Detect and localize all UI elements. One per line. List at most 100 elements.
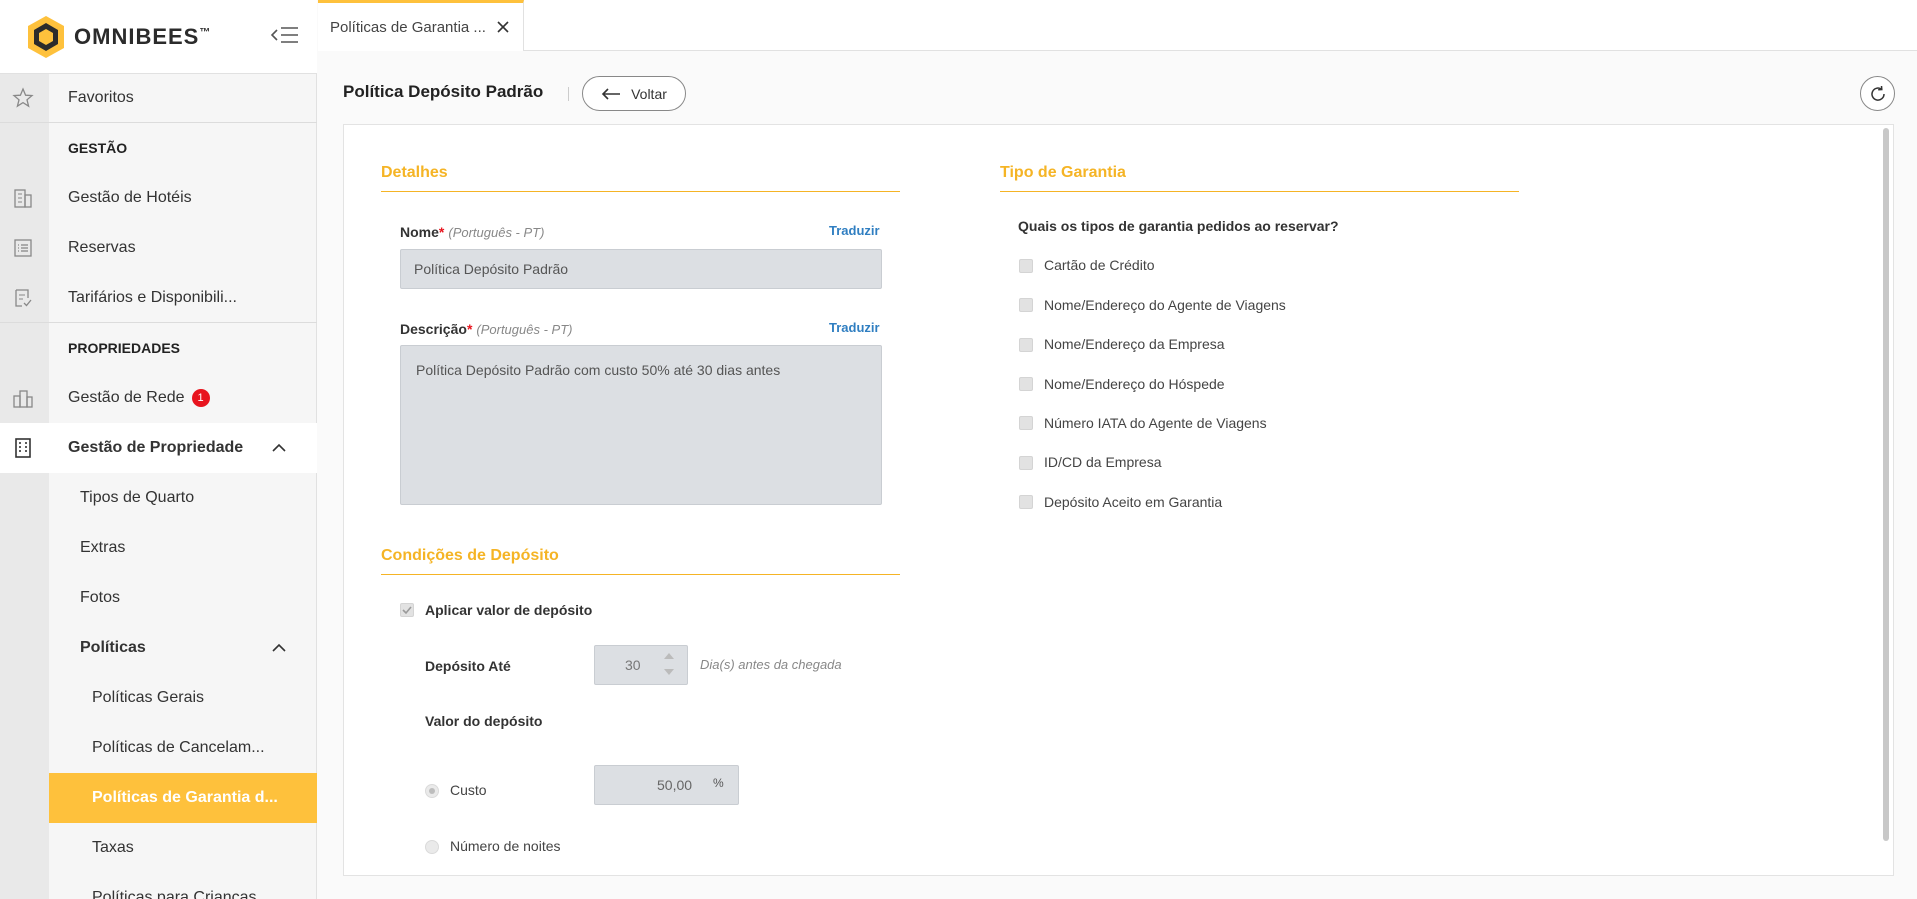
description-field[interactable]: Política Depósito Padrão com custo 50% a… [400,345,882,505]
chevron-up-icon[interactable] [271,443,287,453]
scrollbar[interactable] [1883,128,1889,841]
sidebar-item-reservations[interactable]: Reservas [0,223,317,273]
sidebar-item-label: Políticas de Garantia d... [92,789,278,806]
sidebar-item-label: Reservas [68,239,136,256]
page-title: Política Depósito Padrão [343,82,544,101]
guarantee-option-label: Cartão de Crédito [1044,257,1155,273]
sidebar: OMNIBEES™ Favoritos GESTÃO Gestão de Hot… [0,0,317,899]
cost-percentage-field[interactable]: 50,00 % [594,765,739,805]
guarantee-checkbox[interactable] [1019,338,1033,352]
sidebar-item-guarantee-policies[interactable]: Políticas de Garantia d... [49,773,317,823]
sidebar-item-label: Gestão de Hotéis [68,189,192,206]
sidebar-item-label: Políticas de Cancelam... [92,739,265,756]
document-check-icon [15,289,32,307]
deposit-until-stepper[interactable]: 30 [594,645,688,685]
spinner-up-icon[interactable] [663,652,675,660]
sidebar-item-taxes[interactable]: Taxas [49,823,317,873]
sidebar-item-label: Gestão de Rede 1 [68,389,210,407]
guarantee-checkbox[interactable] [1019,377,1033,391]
sidebar-item-photos[interactable]: Fotos [49,573,317,623]
guarantee-checkbox[interactable] [1019,416,1033,430]
spinner-down-icon[interactable] [663,668,675,676]
guarantee-checkbox[interactable] [1019,298,1033,312]
divider [0,322,317,323]
chevron-up-icon[interactable] [271,643,287,653]
radio-selected-dot [429,788,435,794]
translate-name-link[interactable]: Traduzir [829,223,880,238]
sidebar-item-property[interactable]: Gestão de Propriedade [0,423,317,473]
sidebar-item-favorites[interactable]: Favoritos [0,73,317,123]
property-icon [15,438,31,458]
sidebar-item-room-types[interactable]: Tipos de Quarto [49,473,317,523]
sidebar-item-label: Favoritos [68,89,134,106]
apply-deposit-checkbox[interactable] [400,603,414,617]
deposit-until-label: Depósito Até [425,658,511,674]
city-icon [13,390,33,408]
arrow-left-icon [601,87,621,100]
sidebar-item-label: Fotos [80,589,121,606]
description-field-value: Política Depósito Padrão com custo 50% a… [416,362,781,378]
tab-label: Políticas de Garantia ... [330,19,486,36]
sidebar-item-label: Políticas Gerais [92,689,205,706]
trademark: ™ [199,26,212,39]
brand-name: OMNIBEES™ [74,24,211,50]
logo-row: OMNIBEES™ [0,0,317,74]
required-mark: * [438,224,445,240]
name-label: Nome* (Português - PT) [400,224,544,240]
back-button[interactable]: Voltar [582,76,686,111]
building-icon [14,189,32,208]
sidebar-item-label: Taxas [92,839,134,856]
close-icon[interactable] [496,20,510,34]
section-divider [381,574,900,575]
details-section-title: Detalhes [381,164,448,181]
refresh-icon [1870,85,1885,101]
title-separator [568,87,569,101]
sidebar-item-cancel-policies[interactable]: Políticas de Cancelam... [49,723,317,773]
notification-badge: 1 [191,389,210,407]
guarantee-option-label: Nome/Endereço da Empresa [1044,336,1225,352]
guarantee-option-label: Nome/Endereço do Hóspede [1044,376,1225,392]
sidebar-item-policies[interactable]: Políticas [49,623,317,673]
tab-bar: Políticas de Garantia ... [318,0,1917,51]
sidebar-item-extras[interactable]: Extras [49,523,317,573]
translate-description-link[interactable]: Traduzir [829,320,880,335]
section-divider [381,191,900,192]
sidebar-item-network[interactable]: Gestão de Rede 1 [0,373,317,423]
list-icon [14,239,32,257]
name-label-text: Nome [400,224,439,240]
sidebar-item-general-policies[interactable]: Políticas Gerais [49,673,317,723]
sidebar-item-label: Extras [80,539,126,556]
nights-radio[interactable] [425,840,439,854]
guarantee-checkbox[interactable] [1019,456,1033,470]
menu-collapse-icon[interactable] [270,24,300,46]
refresh-button[interactable] [1860,76,1895,111]
brand-name-text: OMNIBEES [74,24,200,49]
cost-radio[interactable] [425,784,439,798]
apply-deposit-label: Aplicar valor de depósito [425,602,593,618]
sidebar-item-label: Políticas para Crianças [92,889,257,899]
sidebar-item-hotels[interactable]: Gestão de Hotéis [0,173,317,223]
sidebar-item-children-policies[interactable]: Políticas para Crianças [49,873,317,899]
section-propriedades: PROPRIEDADES [68,340,181,356]
hexagon-logo-icon [28,16,64,58]
name-field-value: Política Depósito Padrão [414,261,569,277]
star-icon [12,87,34,108]
description-label: Descrição* (Português - PT) [400,321,572,337]
checkmark-icon [402,606,412,615]
description-label-text: Descrição [400,321,467,337]
deposit-until-hint: Dia(s) antes da chegada [700,657,842,672]
divider [0,122,317,123]
cost-option-label: Custo [450,782,487,798]
guarantee-option-label: ID/CD da Empresa [1044,454,1162,470]
deposit-section-title: Condições de Depósito [381,547,559,564]
name-field[interactable]: Política Depósito Padrão [400,249,882,289]
back-button-label: Voltar [631,85,667,102]
section-gestao: GESTÃO [68,140,128,156]
guarantee-question: Quais os tipos de garantia pedidos ao re… [1018,218,1339,234]
sidebar-item-rates[interactable]: Tarifários e Disponibili... [0,273,317,323]
language-indicator: (Português - PT) [476,322,573,337]
guarantee-option-label: Depósito Aceito em Garantia [1044,494,1223,510]
guarantee-checkbox[interactable] [1019,495,1033,509]
guarantee-checkbox[interactable] [1019,259,1033,273]
tab-guarantee-policies[interactable]: Políticas de Garantia ... [318,0,524,51]
